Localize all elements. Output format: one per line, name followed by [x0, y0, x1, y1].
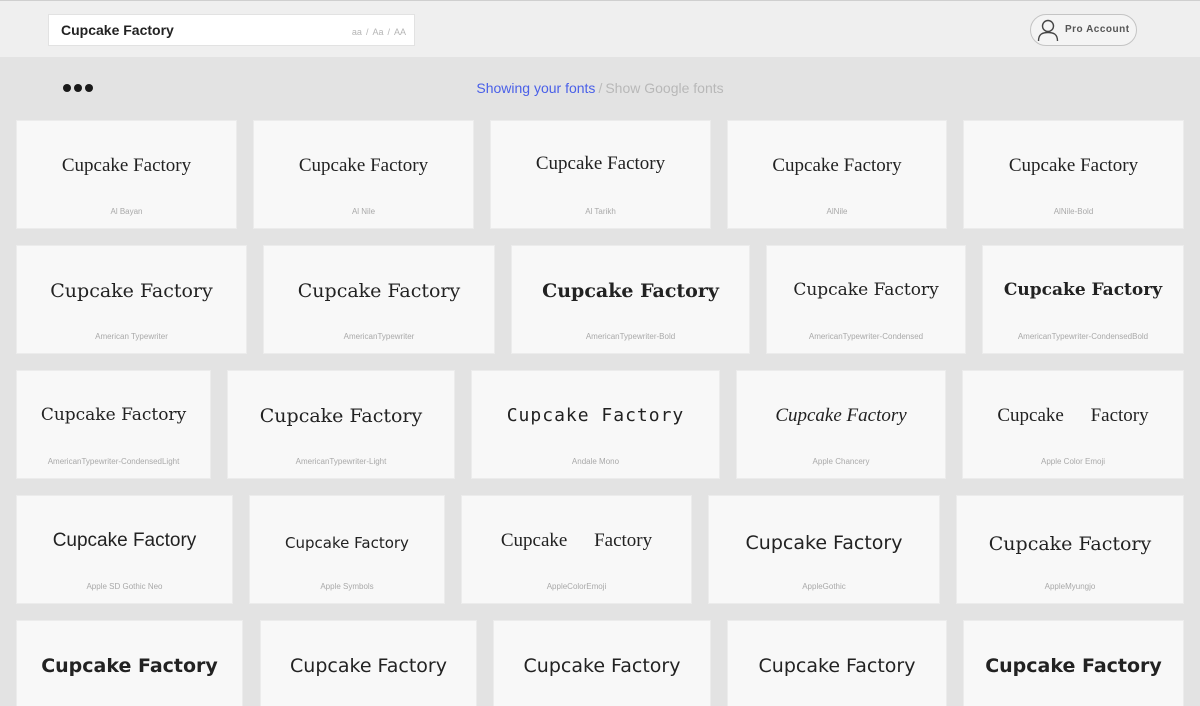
font-card[interactable]: Cupcake Factory AmericanTypewriter-Conde…: [982, 245, 1184, 354]
font-name: Apple Color Emoji: [1040, 457, 1106, 466]
google-fonts-link[interactable]: Show Google fonts: [605, 80, 723, 96]
font-card[interactable]: Cupcake Factory: [16, 620, 243, 706]
uppercase-option[interactable]: AA: [394, 27, 406, 37]
font-card[interactable]: Cupcake Factory Al Bayan: [16, 120, 237, 229]
font-sample: Cupcake Factory: [298, 155, 429, 176]
your-fonts-link[interactable]: Showing your fonts: [476, 80, 595, 96]
font-sample: Cupcake Factory: [988, 533, 1152, 555]
font-card[interactable]: Cupcake Factory AlNile: [727, 120, 947, 229]
font-sample: Cupcake Factory: [52, 530, 197, 551]
font-card[interactable]: Cupcake Factory AmericanTypewriter-Light: [227, 370, 455, 479]
font-card[interactable]: Cupcake Factory AmericanTypewriter-Bold: [511, 245, 750, 354]
font-card[interactable]: Cupcake Factory AppleColorEmoji: [461, 495, 692, 604]
font-card[interactable]: Cupcake Factory AlNile-Bold: [963, 120, 1184, 229]
font-sample: Cupcake Factory: [758, 655, 916, 677]
font-sample: Cupcake Factory: [259, 405, 423, 427]
font-card[interactable]: Cupcake Factory AmericanTypewriter-Conde…: [16, 370, 211, 479]
case-separator: /: [365, 27, 369, 37]
font-card[interactable]: Cupcake Factory Andale Mono: [471, 370, 720, 479]
font-sample: Cupcake Factory: [997, 405, 1149, 426]
font-name: AmericanTypewriter: [343, 332, 415, 341]
font-card[interactable]: Cupcake Factory: [963, 620, 1184, 706]
font-name: American Typewriter: [95, 332, 168, 341]
font-name: Apple Chancery: [812, 457, 870, 466]
font-name: AmericanTypewriter-CondensedBold: [1017, 332, 1149, 341]
font-sample: Cupcake Factory: [506, 405, 685, 426]
font-name: AmericanTypewriter-Light: [295, 457, 387, 466]
font-name: AmericanTypewriter-Condensed: [808, 332, 924, 341]
font-name: Apple Symbols: [320, 582, 374, 591]
font-sample: Cupcake Factory: [772, 155, 902, 176]
font-card[interactable]: Cupcake Factory Apple SD Gothic Neo: [16, 495, 233, 604]
top-bar: aa/Aa/AA Pro Account: [0, 0, 1200, 57]
font-card[interactable]: Cupcake Factory Al Tarikh: [490, 120, 711, 229]
font-sample: Cupcake Factory: [40, 405, 187, 425]
font-name: Al Tarikh: [585, 207, 616, 216]
font-name: AlNile: [826, 207, 848, 216]
font-sample: Cupcake Factory: [285, 534, 409, 552]
font-sample: Cupcake Factory: [542, 280, 719, 302]
font-card[interactable]: Cupcake Factory: [493, 620, 711, 706]
font-sample: Cupcake Factory: [1008, 155, 1139, 176]
font-sample: Cupcake Factory: [41, 655, 218, 677]
font-source-toggle: Showing your fonts / Show Google fonts: [0, 80, 1200, 96]
font-sample: Cupcake Factory: [61, 155, 192, 176]
font-card[interactable]: Cupcake Factory: [260, 620, 477, 706]
sample-text-input[interactable]: [49, 15, 339, 45]
font-sample: Cupcake Factory: [985, 655, 1162, 677]
font-sample: Cupcake Factory: [535, 153, 666, 174]
font-name: AppleGothic: [802, 582, 846, 591]
font-name: Al Nile: [351, 207, 376, 216]
font-name: AlNile-Bold: [1053, 207, 1094, 216]
font-sample: Cupcake Factory: [1003, 280, 1163, 300]
font-name: AppleMyungjo: [1044, 582, 1096, 591]
font-name: AmericanTypewriter-Bold: [585, 332, 676, 341]
font-card[interactable]: Cupcake Factory AmericanTypewriter: [263, 245, 495, 354]
font-name: AmericanTypewriter-CondensedLight: [47, 457, 180, 466]
font-card[interactable]: Cupcake Factory Al Nile: [253, 120, 474, 229]
font-name: Andale Mono: [571, 457, 620, 466]
lowercase-option[interactable]: aa: [352, 27, 362, 37]
titlecase-option[interactable]: Aa: [372, 27, 383, 37]
font-card[interactable]: Cupcake Factory AppleGothic: [708, 495, 940, 604]
toggle-separator: /: [598, 80, 603, 96]
font-sample: Cupcake Factory: [775, 405, 907, 426]
case-separator: /: [387, 27, 390, 37]
font-card[interactable]: Cupcake Factory Apple Chancery: [736, 370, 946, 479]
font-sample: Cupcake Factory: [500, 530, 653, 551]
pro-account-button[interactable]: Pro Account: [1030, 14, 1137, 46]
font-sample: Cupcake Factory: [50, 280, 213, 302]
font-sample: Cupcake Factory: [290, 655, 447, 677]
font-card[interactable]: Cupcake Factory AppleMyungjo: [956, 495, 1184, 604]
pro-account-label: Pro Account: [1065, 24, 1130, 35]
font-card[interactable]: Cupcake Factory: [727, 620, 947, 706]
font-name: Apple SD Gothic Neo: [86, 582, 163, 591]
search-box: aa/Aa/AA: [48, 14, 415, 46]
font-sample: Cupcake Factory: [745, 532, 903, 554]
font-card[interactable]: Cupcake Factory Apple Color Emoji: [962, 370, 1184, 479]
user-icon: [1037, 19, 1059, 42]
font-name: AppleColorEmoji: [546, 582, 607, 591]
font-card[interactable]: Cupcake Factory Apple Symbols: [249, 495, 445, 604]
font-name: Al Bayan: [110, 207, 143, 216]
case-options: aa / Aa / AA: [352, 27, 406, 37]
font-sample: Cupcake Factory: [523, 655, 681, 677]
font-card[interactable]: Cupcake Factory AmericanTypewriter-Conde…: [766, 245, 966, 354]
font-card[interactable]: Cupcake Factory American Typewriter: [16, 245, 247, 354]
font-sample: Cupcake Factory: [793, 280, 939, 300]
font-sample: Cupcake Factory: [297, 280, 461, 302]
